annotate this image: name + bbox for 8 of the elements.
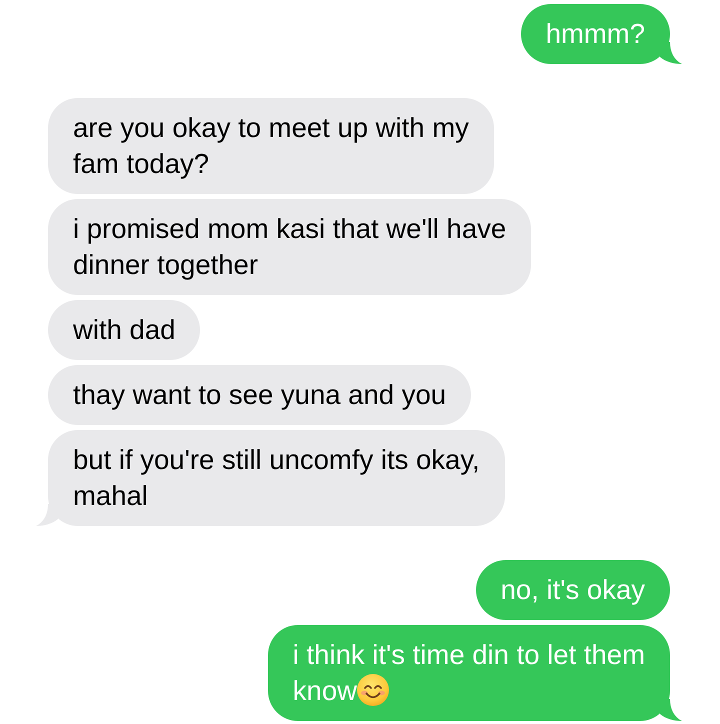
message-text: i think it's time din to let them know: [292, 639, 645, 706]
message-text: i promised mom kasi that we'll have dinner together: [73, 213, 506, 280]
message-text: no, it's okay: [500, 574, 645, 605]
message-text: thay want to see yuna and you: [73, 379, 446, 410]
message-text: but if you're still uncomfy its okay, mahal: [73, 444, 480, 511]
message-text: hmmm?: [546, 18, 645, 49]
message-text: are you okay to meet up with my fam today?: [73, 112, 469, 179]
message-text: with dad: [73, 314, 176, 345]
